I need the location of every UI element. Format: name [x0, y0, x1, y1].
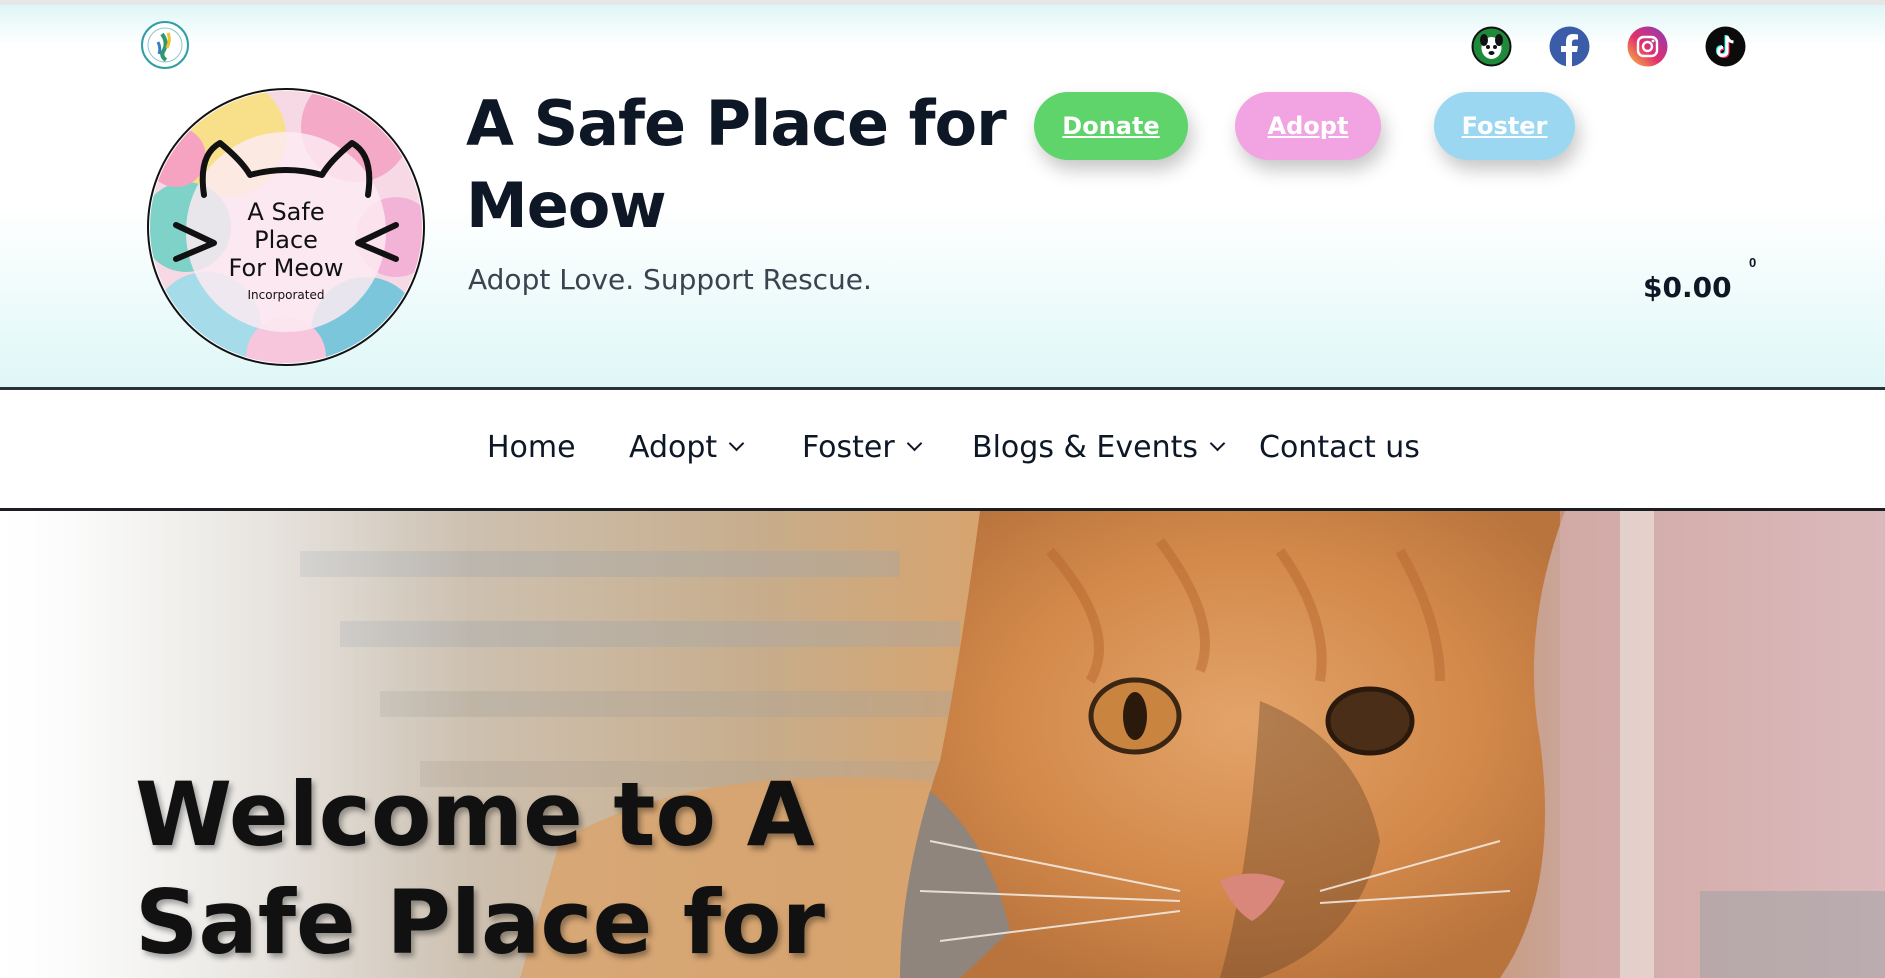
adopt-button[interactable]: Adopt	[1235, 92, 1381, 160]
instagram-icon[interactable]	[1627, 26, 1668, 67]
nav-item-label: Adopt	[629, 430, 718, 465]
registered-charity-badge	[141, 21, 189, 69]
hero-title: Welcome to A Safe Place for	[135, 763, 826, 974]
chevron-down-icon	[1209, 435, 1226, 452]
petrescue-icon[interactable]	[1471, 26, 1512, 67]
hero-banner: Welcome to A Safe Place for	[0, 511, 1885, 978]
logo-text-line2: Place	[254, 226, 318, 254]
logo-text-line4: Incorporated	[248, 288, 325, 302]
nav-item-label: Foster	[802, 430, 895, 465]
nav-item-blogs-events[interactable]: Blogs & Events	[972, 430, 1226, 465]
nav-item-label: Blogs & Events	[972, 430, 1198, 465]
logo-image[interactable]: A Safe Place For Meow Incorporated	[146, 87, 426, 367]
site-header: A Safe Place For Meow Incorporated A Saf…	[0, 5, 1885, 390]
main-navigation: Home Adopt Foster Blogs & Events Contact…	[0, 390, 1885, 511]
foster-button[interactable]: Foster	[1434, 92, 1575, 160]
nav-item-label: Home	[487, 430, 576, 465]
chevron-down-icon	[906, 435, 923, 452]
nav-item-adopt[interactable]: Adopt	[629, 430, 745, 465]
facebook-icon[interactable]	[1549, 26, 1590, 67]
tiktok-icon[interactable]	[1705, 26, 1746, 67]
logo-text-line1: A Safe	[247, 198, 324, 226]
nav-item-label: Contact us	[1259, 430, 1420, 465]
site-title[interactable]: A Safe Place for Meow	[466, 83, 1007, 247]
cart-total[interactable]: $0.00	[1643, 271, 1732, 304]
donate-button[interactable]: Donate	[1034, 92, 1188, 160]
chevron-down-icon	[728, 435, 745, 452]
nav-item-home[interactable]: Home	[487, 430, 576, 465]
cart-count-badge[interactable]: 0	[1749, 255, 1756, 270]
nav-item-contact[interactable]: Contact us	[1259, 430, 1420, 465]
nav-item-foster[interactable]: Foster	[802, 430, 923, 465]
logo-text-line3: For Meow	[229, 254, 344, 282]
tagline: Adopt Love. Support Rescue.	[468, 263, 872, 296]
